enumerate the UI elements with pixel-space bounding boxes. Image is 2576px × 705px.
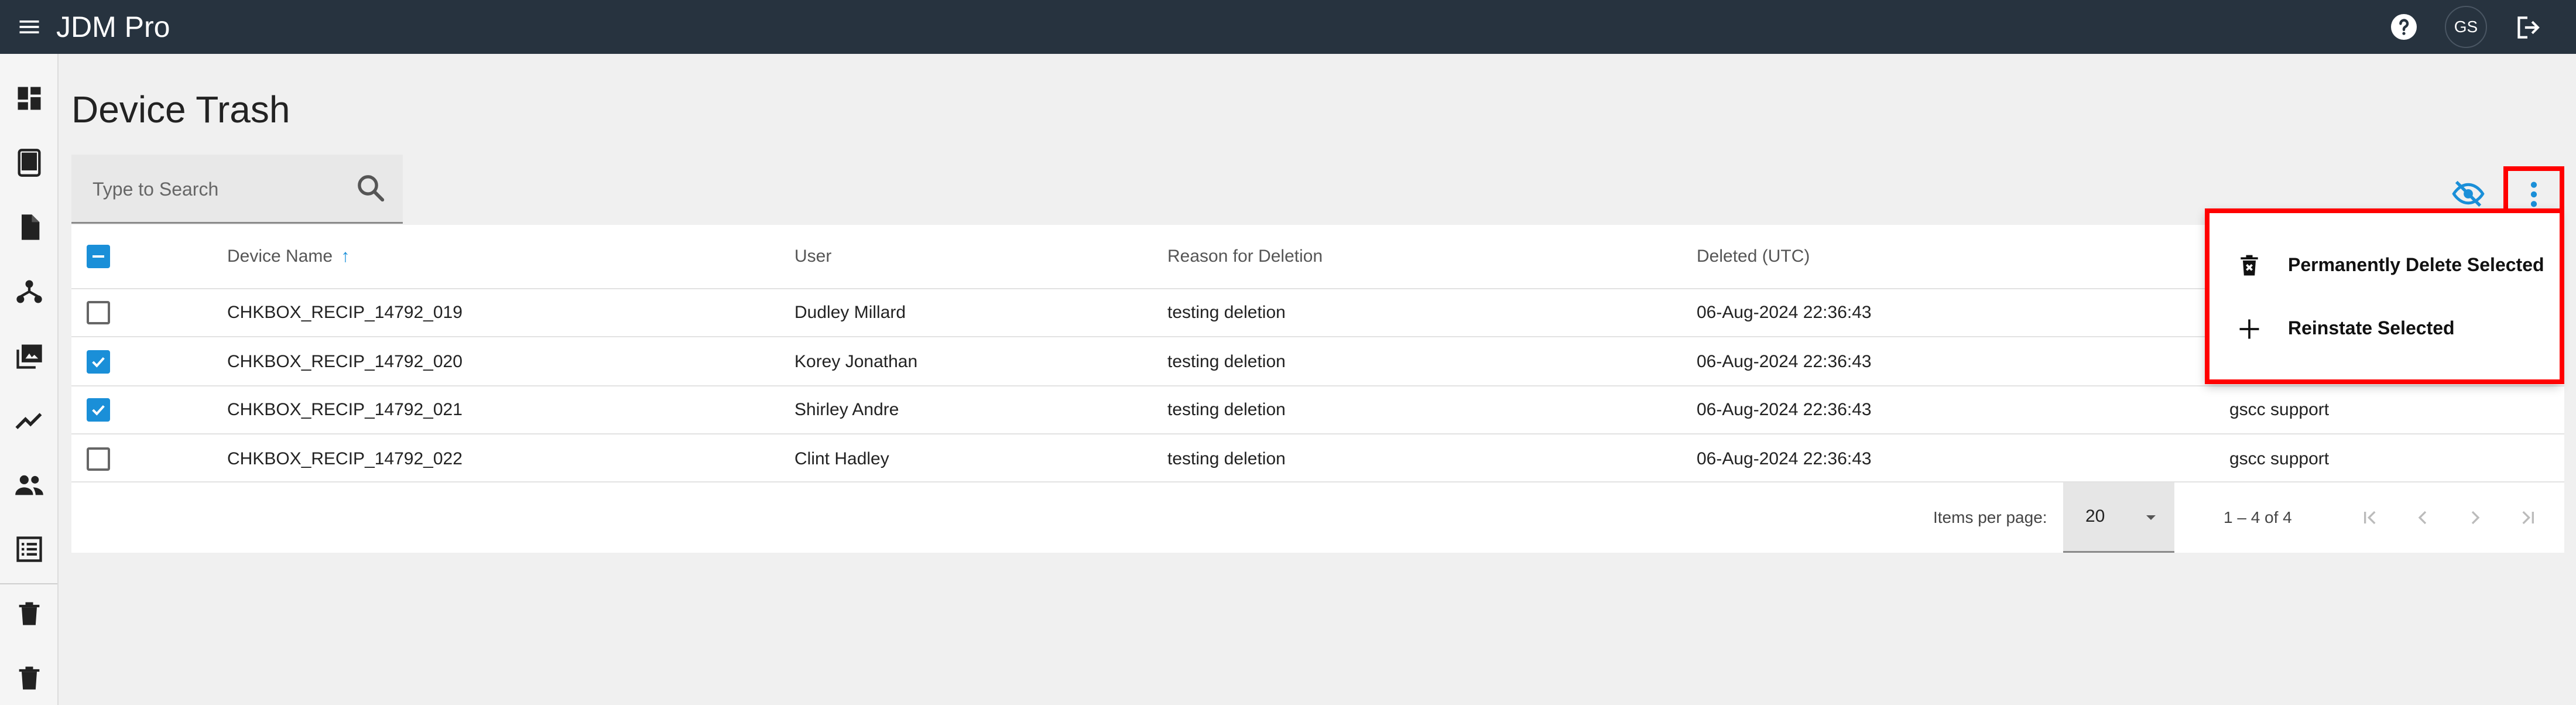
deleted-by-cell: gscc support bbox=[2229, 400, 2330, 419]
user-cell: Shirley Andre bbox=[794, 400, 899, 419]
user-cell: Korey Jonathan bbox=[794, 352, 918, 371]
last-page-icon[interactable] bbox=[2516, 506, 2540, 529]
page-size-value: 20 bbox=[2085, 506, 2105, 526]
table-row[interactable]: CHKBOX_RECIP_14792_022 Clint Hadley test… bbox=[71, 434, 2564, 482]
check-icon bbox=[92, 405, 105, 416]
items-per-page-label: Items per page: bbox=[1933, 508, 2047, 526]
user-cell: Clint Hadley bbox=[794, 449, 889, 468]
users-icon[interactable] bbox=[14, 470, 44, 500]
row-checkbox[interactable] bbox=[87, 301, 110, 324]
visibility-off-icon[interactable] bbox=[2451, 178, 2486, 210]
list-icon[interactable] bbox=[14, 534, 44, 564]
device-name-cell: CHKBOX_RECIP_14792_021 bbox=[227, 400, 463, 419]
device-name-cell: CHKBOX_RECIP_14792_022 bbox=[227, 449, 463, 468]
dashboard-icon[interactable] bbox=[14, 83, 44, 114]
hierarchy-icon[interactable] bbox=[14, 276, 44, 307]
paginator: Items per page: 20 1 – 4 of 4 bbox=[71, 482, 2564, 553]
logout-icon[interactable] bbox=[2512, 13, 2543, 42]
check-icon bbox=[92, 357, 105, 368]
search-input[interactable] bbox=[91, 172, 340, 206]
table-row[interactable]: CHKBOX_RECIP_14792_020 Korey Jonathan te… bbox=[71, 337, 2564, 386]
page-range-label: 1 – 4 of 4 bbox=[2224, 508, 2292, 526]
dropdown-arrow-icon bbox=[2146, 515, 2156, 520]
first-page-icon[interactable] bbox=[2358, 506, 2382, 529]
reason-cell: testing deletion bbox=[1167, 303, 1286, 322]
sort-ascending-icon: ↑ bbox=[341, 247, 350, 266]
tablet-icon[interactable] bbox=[14, 148, 44, 178]
sidebar-divider bbox=[0, 583, 57, 584]
deleted-date-cell: 06-Aug-2024 22:36:43 bbox=[1697, 449, 1872, 468]
deleted-by-cell: gscc support bbox=[2229, 449, 2330, 468]
previous-page-icon[interactable] bbox=[2411, 506, 2434, 529]
help-icon[interactable] bbox=[2390, 13, 2418, 41]
trend-chart-icon[interactable] bbox=[14, 405, 44, 436]
sidebar bbox=[0, 54, 59, 705]
reason-cell: testing deletion bbox=[1167, 449, 1286, 468]
column-header-deleted[interactable]: Deleted (UTC) bbox=[1697, 245, 1810, 268]
reason-cell: testing deletion bbox=[1167, 400, 1286, 419]
top-bar: JDM Pro GS bbox=[0, 0, 2576, 54]
device-trash-table: Device Name ↑ User Reason for Deletion D… bbox=[71, 225, 2564, 553]
search-icon[interactable] bbox=[355, 172, 386, 204]
deleted-date-cell: 06-Aug-2024 22:36:43 bbox=[1697, 352, 1872, 371]
highlight-box bbox=[2205, 208, 2564, 384]
user-cell: Dudley Millard bbox=[794, 303, 906, 322]
table-row[interactable]: CHKBOX_RECIP_14792_019 Dudley Millard te… bbox=[71, 289, 2564, 337]
column-header-device-name[interactable]: Device Name ↑ bbox=[227, 245, 350, 268]
select-all-checkbox[interactable] bbox=[87, 245, 110, 268]
row-checkbox[interactable] bbox=[87, 398, 110, 422]
column-header-reason[interactable]: Reason for Deletion bbox=[1167, 245, 1323, 268]
document-icon[interactable] bbox=[14, 212, 44, 242]
app-title: JDM Pro bbox=[56, 11, 170, 43]
row-checkbox[interactable] bbox=[87, 350, 110, 374]
deleted-date-cell: 06-Aug-2024 22:36:43 bbox=[1697, 303, 1872, 322]
next-page-icon[interactable] bbox=[2464, 506, 2487, 529]
image-library-icon[interactable] bbox=[14, 341, 44, 371]
page-title: Device Trash bbox=[71, 88, 290, 131]
deleted-date-cell: 06-Aug-2024 22:36:43 bbox=[1697, 400, 1872, 419]
device-name-cell: CHKBOX_RECIP_14792_020 bbox=[227, 352, 463, 371]
column-header-user[interactable]: User bbox=[794, 245, 831, 268]
row-checkbox[interactable] bbox=[87, 447, 110, 471]
user-avatar[interactable]: GS bbox=[2445, 6, 2487, 48]
hamburger-menu-icon[interactable] bbox=[16, 14, 42, 40]
device-name-cell: CHKBOX_RECIP_14792_019 bbox=[227, 303, 463, 322]
trash-icon[interactable] bbox=[14, 663, 44, 693]
table-header-row: Device Name ↑ User Reason for Deletion D… bbox=[71, 225, 2564, 289]
page-size-select[interactable]: 20 bbox=[2063, 482, 2174, 553]
reason-cell: testing deletion bbox=[1167, 352, 1286, 371]
table-row[interactable]: CHKBOX_RECIP_14792_021 Shirley Andre tes… bbox=[71, 386, 2564, 434]
trash-icon[interactable] bbox=[14, 598, 44, 629]
search-field[interactable] bbox=[71, 155, 403, 224]
